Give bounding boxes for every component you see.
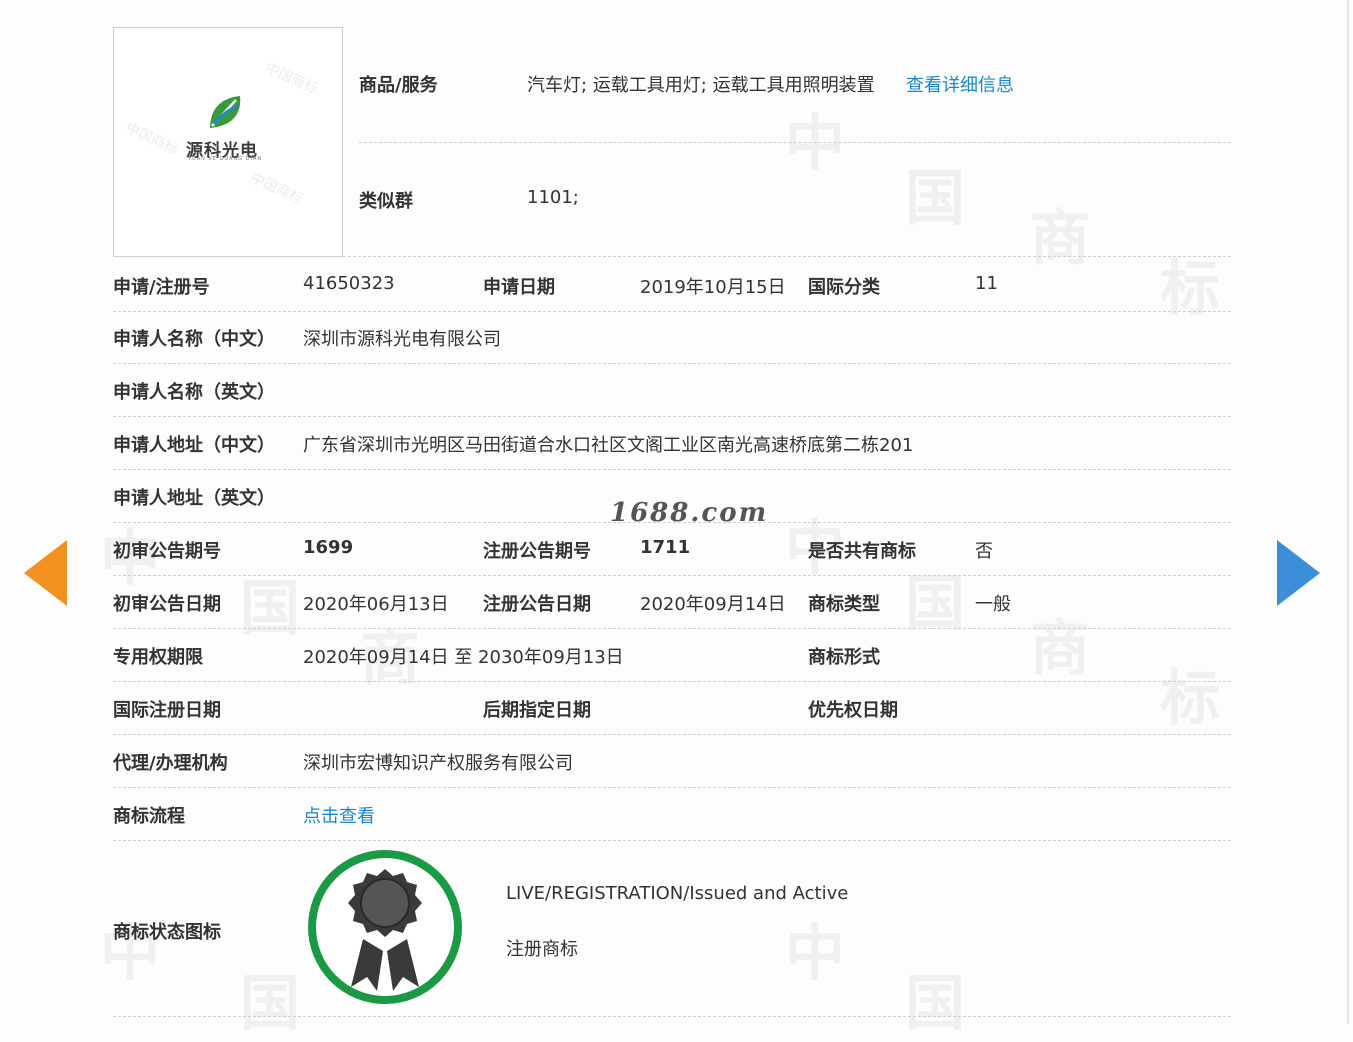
agent-value: 深圳市宏博知识产权服务有限公司 [303, 753, 573, 774]
address-cn-label: 申请人地址（中文） [113, 435, 275, 456]
reg-no-value: 41650323 [303, 273, 395, 294]
applicant-cn-label: 申请人名称（中文） [113, 329, 275, 350]
info-row-announcement-no: 初审公告期号 1699 注册公告期号 1711 是否共有商标 否 [113, 523, 1231, 576]
info-row-dates: 国际注册日期 后期指定日期 优先权日期 [113, 682, 1231, 735]
applicant-en-label: 申请人名称（英文） [113, 382, 275, 403]
info-row-registration: 申请/注册号 41650323 申请日期 2019年10月15日 国际分类 11 [113, 256, 1231, 312]
prelim-no-value: 1699 [303, 537, 354, 558]
priority-date-label: 优先权日期 [808, 700, 898, 721]
similar-group-label: 类似群 [359, 191, 413, 212]
tm-type-label: 商标类型 [808, 594, 880, 615]
info-row-announcement-date: 初审公告日期 2020年06月13日 注册公告日期 2020年09月14日 商标… [113, 576, 1231, 629]
goods-value: 汽车灯; 运载工具用灯; 运载工具用照明装置 [527, 75, 875, 96]
logo-subtitle: YUAN KE GUANG DIAN [188, 156, 263, 162]
trademark-image: 中国商标 中国商标 中国商标 源科光电 YUAN KE GUANG DIAN [113, 27, 343, 257]
tm-form-label: 商标形式 [808, 647, 880, 668]
arrow-right-icon[interactable] [1277, 540, 1320, 606]
address-cn-value: 广东省深圳市光明区马田街道合水口社区文阁工业区南光高速桥底第二栋201 [303, 435, 914, 456]
registered-seal-icon [308, 850, 462, 1004]
logo-watermark: 中国商标 [247, 169, 306, 208]
info-row-applicant-en: 申请人名称（英文） [113, 364, 1231, 417]
arrow-left-icon[interactable] [24, 540, 67, 606]
info-row-status: 商标状态图标 LIVE/REGISTRATION/Issued and Acti… [113, 841, 1231, 1017]
reg-pub-date-value: 2020年09月14日 [640, 594, 786, 615]
reg-pub-no-value: 1711 [640, 537, 691, 558]
exclusive-period-label: 专用权期限 [113, 647, 203, 668]
shared-value: 否 [975, 541, 993, 562]
info-row-process: 商标流程 点击查看 [113, 788, 1231, 841]
status-label: 商标状态图标 [113, 922, 221, 943]
similar-group-value: 1101; [527, 187, 579, 208]
page-right-border [1347, 0, 1349, 1024]
info-row-exclusive-period: 专用权期限 2020年09月14日 至 2030年09月13日 商标形式 [113, 629, 1231, 682]
logo-watermark: 中国商标 [262, 59, 321, 98]
info-row-applicant-cn: 申请人名称（中文） 深圳市源科光电有限公司 [113, 311, 1231, 364]
agent-label: 代理/办理机构 [113, 753, 228, 774]
site-watermark: 1688.com [610, 498, 769, 528]
status-chinese: 注册商标 [506, 939, 578, 960]
apply-date-label: 申请日期 [483, 277, 555, 298]
goods-row: 商品/服务 汽车灯; 运载工具用灯; 运载工具用照明装置 查看详细信息 [359, 56, 1231, 143]
goods-label: 商品/服务 [359, 75, 438, 96]
exclusive-period-value: 2020年09月14日 至 2030年09月13日 [303, 647, 624, 668]
prelim-date-label: 初审公告日期 [113, 594, 221, 615]
logo-watermark: 中国商标 [122, 119, 181, 158]
leaf-logo-icon [210, 96, 241, 128]
intl-class-value: 11 [975, 273, 998, 294]
prelim-date-value: 2020年06月13日 [303, 594, 449, 615]
info-row-agent: 代理/办理机构 深圳市宏博知识产权服务有限公司 [113, 735, 1231, 788]
reg-no-label: 申请/注册号 [113, 277, 210, 298]
reg-pub-no-label: 注册公告期号 [483, 541, 591, 562]
applicant-cn-value: 深圳市源科光电有限公司 [303, 329, 501, 350]
watermark-glyph: 国 [905, 164, 965, 234]
shared-label: 是否共有商标 [808, 541, 916, 562]
status-english: LIVE/REGISTRATION/Issued and Active [506, 883, 849, 904]
later-date-label: 后期指定日期 [483, 700, 591, 721]
intl-reg-date-label: 国际注册日期 [113, 700, 221, 721]
intl-class-label: 国际分类 [808, 277, 880, 298]
info-row-address-cn: 申请人地址（中文） 广东省深圳市光明区马田街道合水口社区文阁工业区南光高速桥底第… [113, 417, 1231, 470]
goods-detail-link[interactable]: 查看详细信息 [906, 71, 1014, 97]
tm-type-value: 一般 [975, 594, 1011, 615]
apply-date-value: 2019年10月15日 [640, 277, 786, 298]
process-label: 商标流程 [113, 806, 185, 827]
prelim-no-label: 初审公告期号 [113, 541, 221, 562]
reg-pub-date-label: 注册公告日期 [483, 594, 591, 615]
address-en-label: 申请人地址（英文） [113, 488, 275, 509]
process-link[interactable]: 点击查看 [303, 802, 375, 828]
